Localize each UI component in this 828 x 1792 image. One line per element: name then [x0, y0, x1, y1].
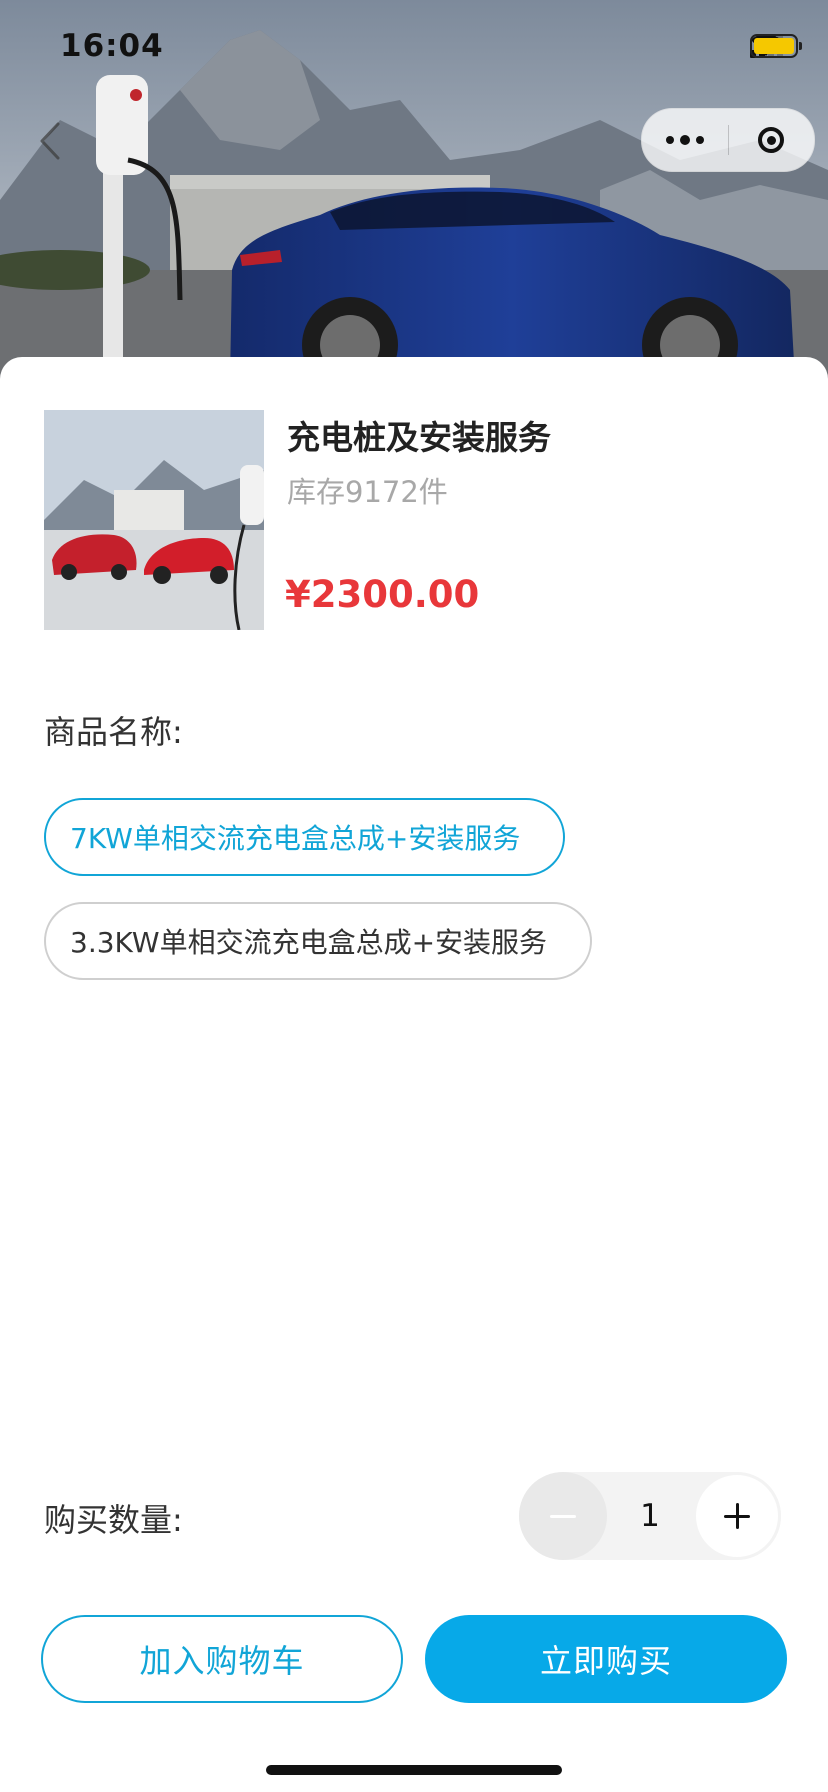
- status-time: 16:04: [60, 28, 164, 64]
- spec-option-label: 3.3KW单相交流充电盒总成+安装服务: [70, 926, 548, 959]
- product-title: 充电桩及安装服务: [287, 418, 551, 457]
- product-stock: 库存9172件: [287, 475, 448, 509]
- miniprogram-capsule: [641, 108, 815, 172]
- spec-option-label: 7KW单相交流充电盒总成+安装服务: [70, 822, 521, 855]
- increase-button[interactable]: [693, 1472, 781, 1560]
- battery-level: [754, 38, 794, 54]
- status-icons: [750, 34, 802, 58]
- spec-label: 商品名称:: [44, 713, 183, 751]
- close-miniprogram-button[interactable]: [729, 109, 813, 171]
- product-thumbnail: [44, 410, 264, 630]
- quantity-label: 购买数量:: [44, 1501, 183, 1539]
- hero-banner-image: 16:04: [0, 0, 828, 380]
- buy-now-button[interactable]: 立即购买: [425, 1615, 787, 1703]
- product-image: [44, 410, 264, 630]
- home-indicator[interactable]: [266, 1765, 562, 1775]
- decrease-button[interactable]: [519, 1472, 607, 1560]
- battery-icon: [750, 34, 802, 58]
- screen: 16:04 充电桩及安装服务 库存9172件 ¥2300.00 商品名称: 7K…: [0, 0, 828, 1792]
- product-price: ¥2300.00: [285, 573, 480, 616]
- chevron-left-icon: [40, 122, 60, 160]
- quantity-stepper: 1: [519, 1472, 781, 1560]
- more-button[interactable]: [642, 109, 728, 171]
- minus-icon: [550, 1514, 576, 1518]
- quantity-value[interactable]: 1: [607, 1498, 693, 1534]
- more-dots-icon: [666, 136, 674, 144]
- back-button[interactable]: [32, 118, 68, 164]
- spec-option-7kw[interactable]: 7KW单相交流充电盒总成+安装服务: [44, 798, 565, 876]
- spec-option-3-3kw[interactable]: 3.3KW单相交流充电盒总成+安装服务: [44, 902, 592, 980]
- target-close-icon: [758, 127, 784, 153]
- sku-selector-sheet: 充电桩及安装服务 库存9172件 ¥2300.00 商品名称: 7KW单相交流充…: [0, 357, 828, 1792]
- add-to-cart-button[interactable]: 加入购物车: [41, 1615, 403, 1703]
